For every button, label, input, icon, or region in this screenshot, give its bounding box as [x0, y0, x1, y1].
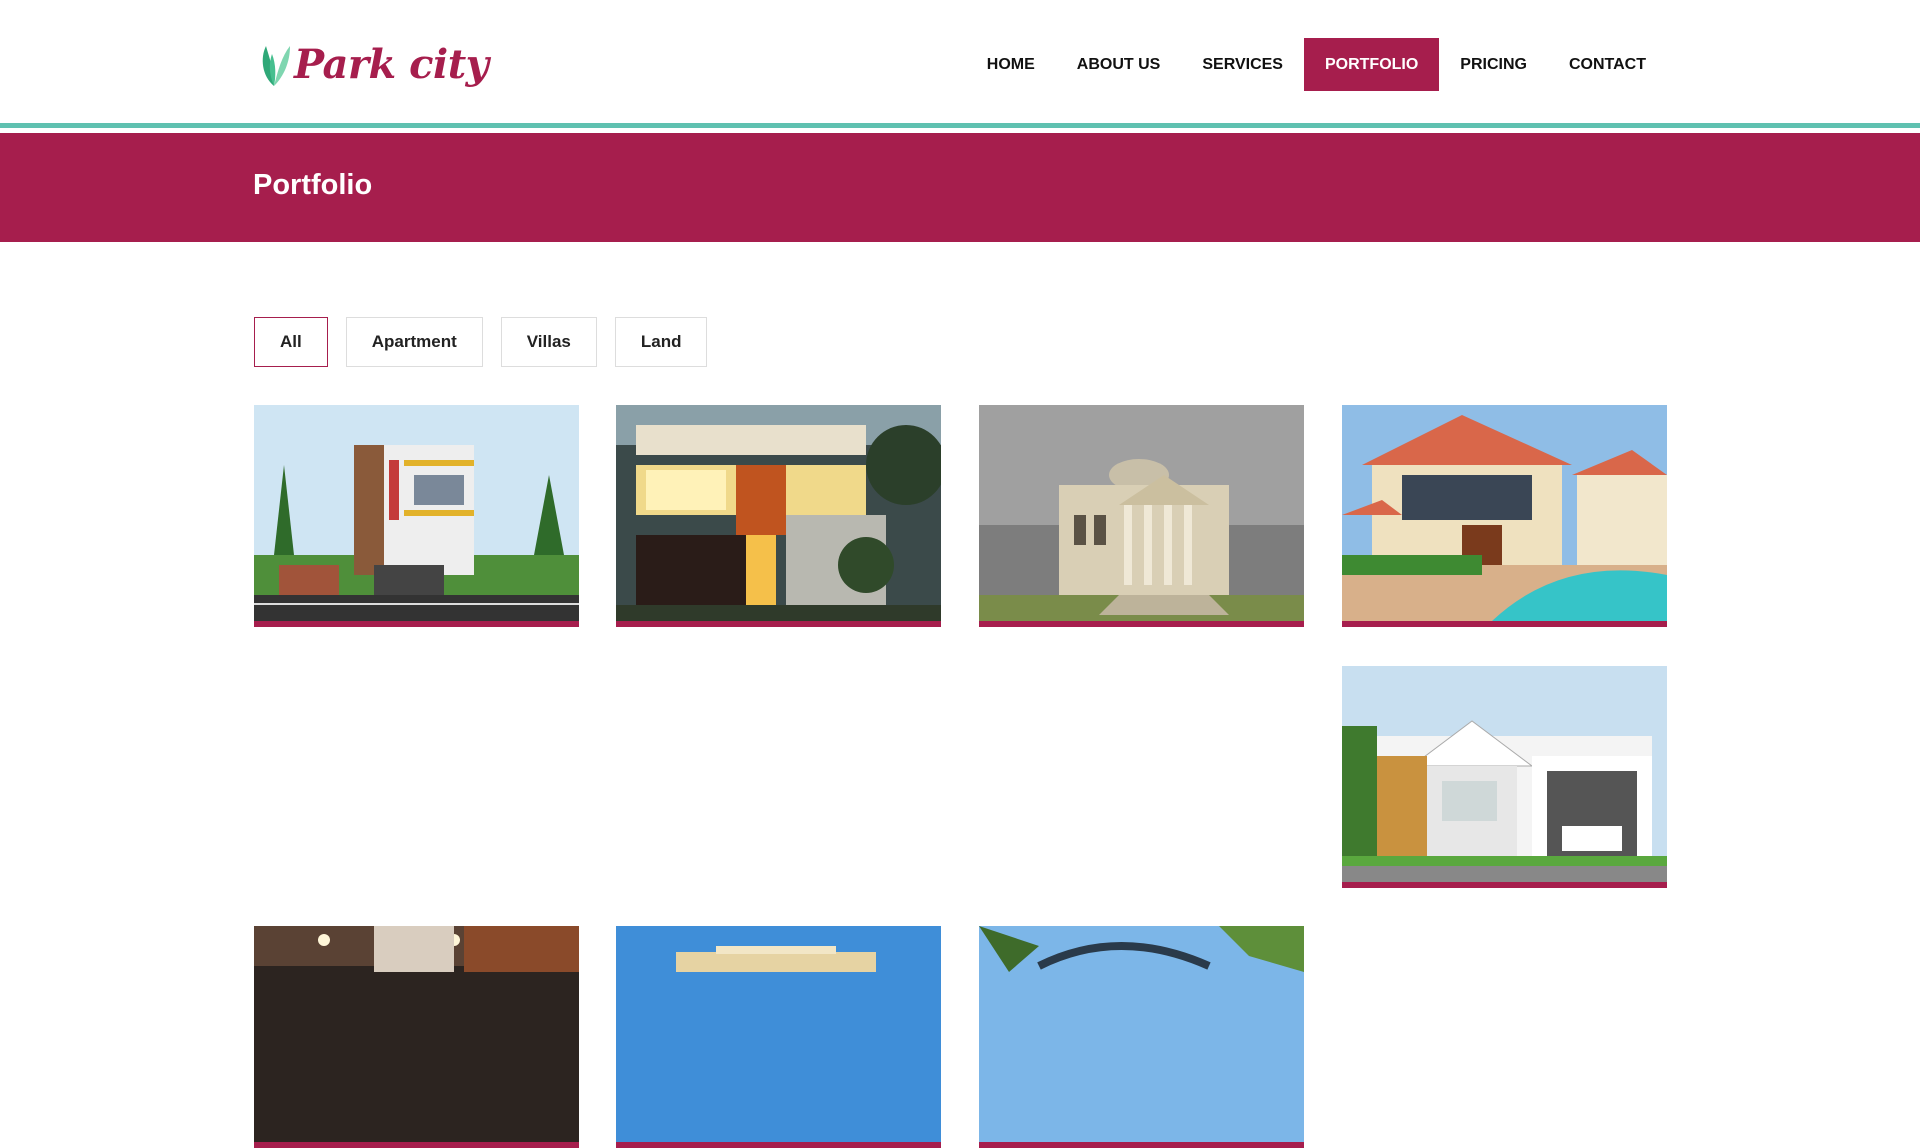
portfolio-item-1[interactable] — [254, 405, 579, 627]
house-image — [616, 405, 941, 621]
filter-all-button[interactable]: All — [254, 317, 328, 367]
nav-home[interactable]: HOME — [966, 38, 1056, 91]
nav-portfolio[interactable]: PORTFOLIO — [1303, 38, 1440, 91]
filter-villas-button[interactable]: Villas — [500, 317, 597, 367]
filter-land-button[interactable]: Land — [614, 317, 708, 367]
logo[interactable]: Park city — [256, 38, 489, 90]
portfolio-item-4[interactable] — [1342, 405, 1667, 627]
nav-contact[interactable]: CONTACT — [1548, 38, 1667, 91]
portfolio-item-7[interactable] — [616, 926, 941, 1148]
house-image — [254, 926, 579, 1142]
logo-text: Park city — [294, 40, 489, 88]
page-title: Portfolio — [253, 169, 373, 201]
nav-services[interactable]: SERVICES — [1181, 38, 1304, 91]
leaf-logo-icon — [262, 46, 290, 86]
nav-about-us[interactable]: ABOUT US — [1056, 38, 1182, 91]
portfolio-filters: All Apartment Villas Land — [254, 317, 708, 367]
main-nav: HOME ABOUT US SERVICES PORTFOLIO PRICING… — [966, 38, 1667, 91]
nav-pricing[interactable]: PRICING — [1439, 38, 1548, 91]
house-image — [254, 405, 579, 621]
portfolio-item-3[interactable] — [979, 405, 1304, 627]
house-image — [1342, 405, 1667, 621]
house-image — [1342, 666, 1667, 882]
page-title-banner: Portfolio — [0, 133, 1920, 242]
portfolio-item-5[interactable] — [1342, 666, 1667, 888]
filter-apartment-button[interactable]: Apartment — [345, 317, 483, 367]
house-image — [979, 926, 1304, 1142]
portfolio-item-8[interactable] — [979, 926, 1304, 1148]
house-image — [979, 405, 1304, 621]
house-image — [616, 926, 941, 1142]
portfolio-item-2[interactable] — [616, 405, 941, 627]
portfolio-item-6[interactable] — [254, 926, 579, 1148]
site-header: Park city HOME ABOUT US SERVICES PORTFOL… — [0, 0, 1920, 128]
